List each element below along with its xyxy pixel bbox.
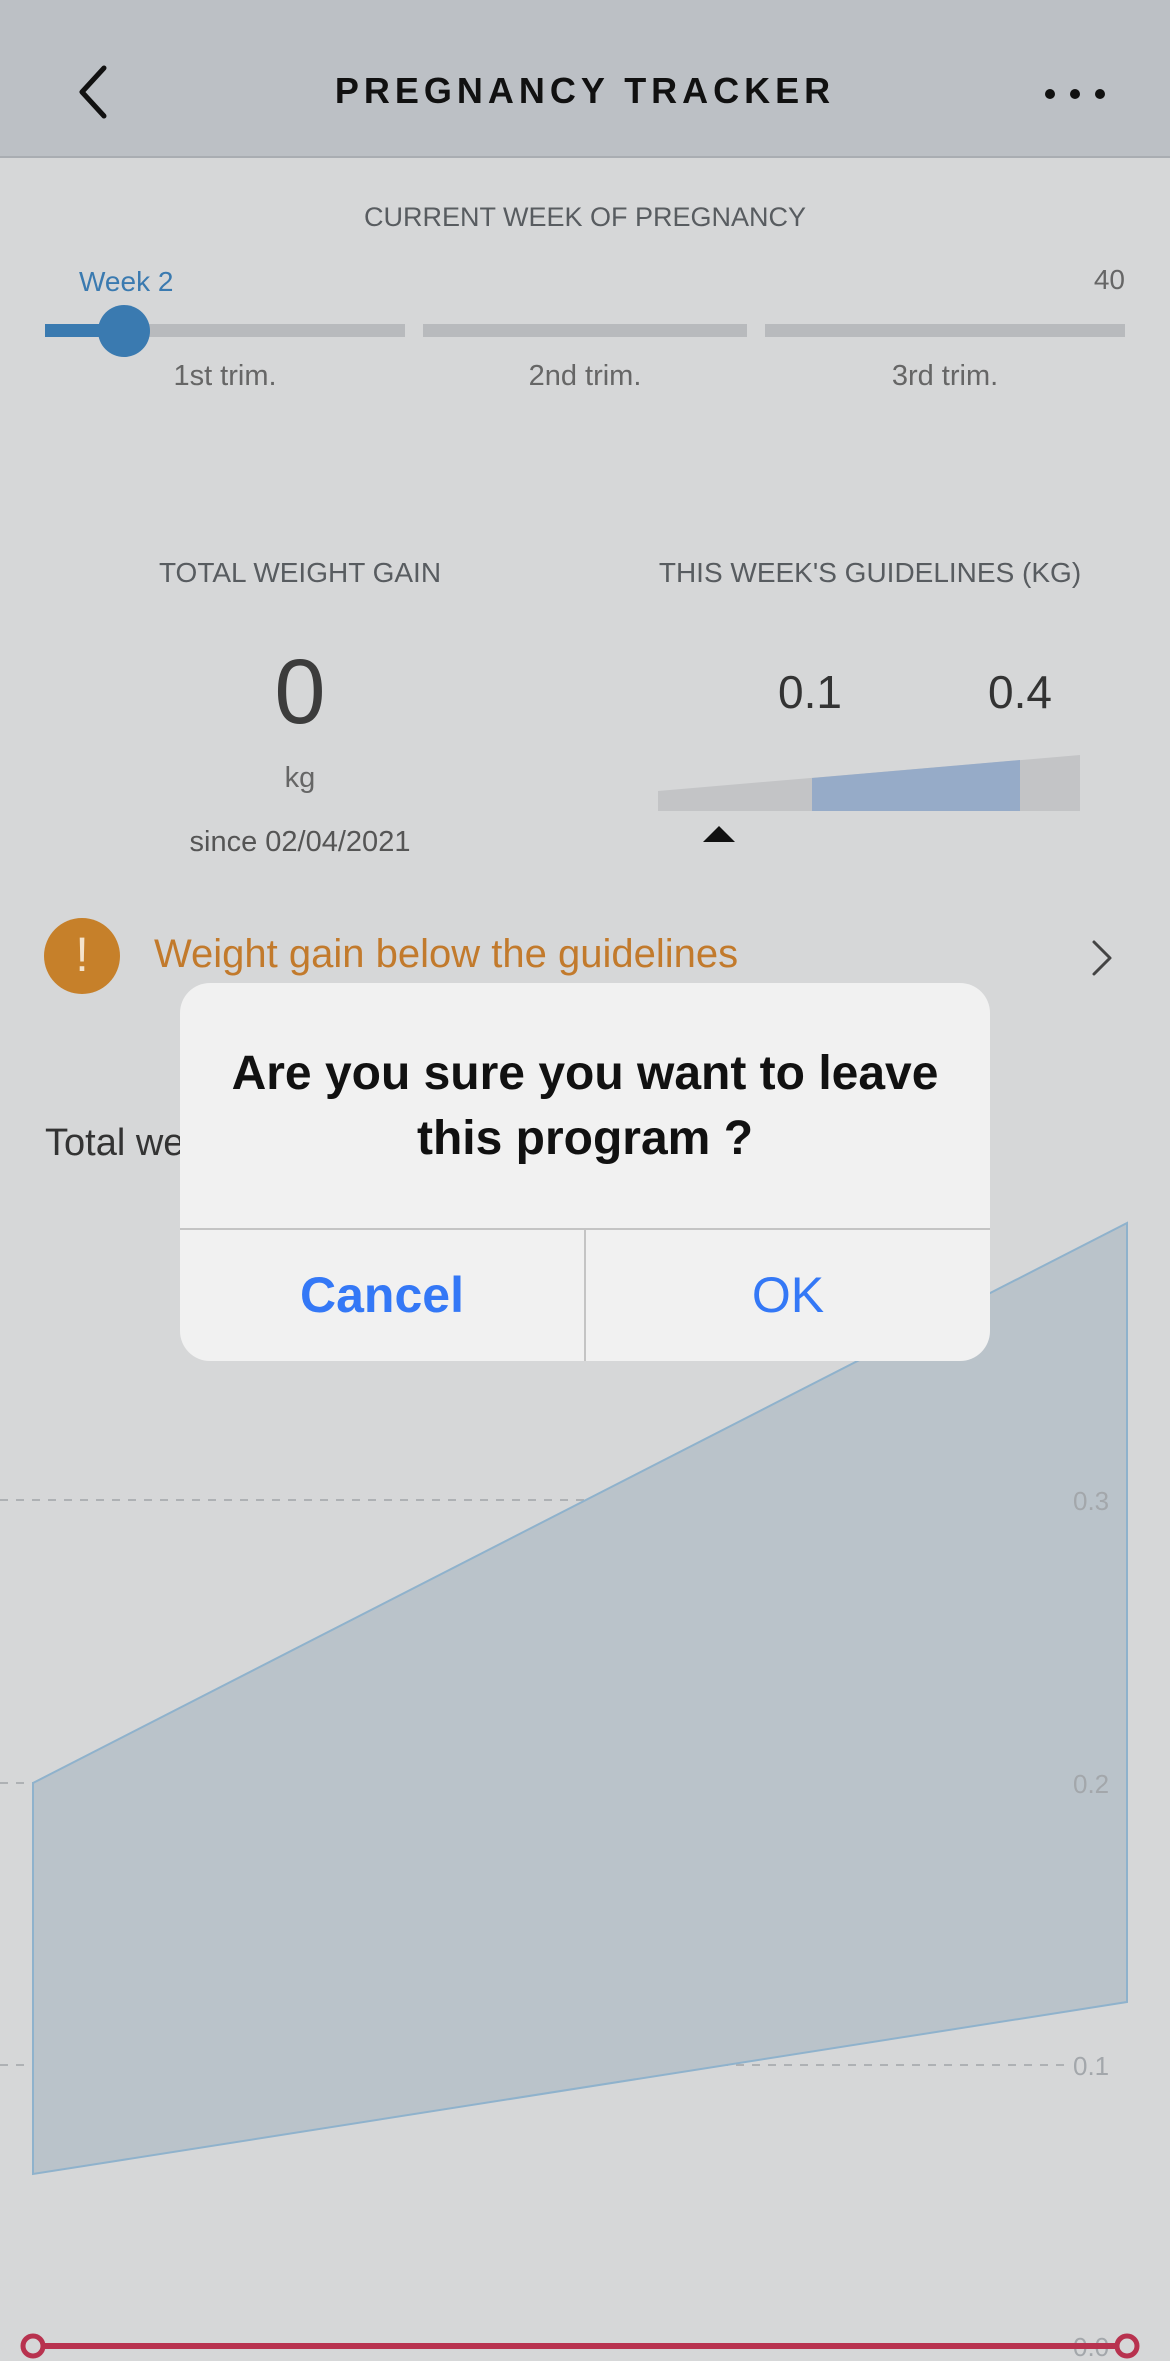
dialog-message: Are you sure you want to leave this prog…: [231, 1047, 939, 1165]
top-bar: PREGNANCY TRACKER: [0, 0, 1170, 158]
exclamation-icon: !: [44, 918, 120, 994]
guidelines-heading: THIS WEEK'S GUIDELINES (KG): [658, 557, 1082, 588]
chevron-right-icon: [1092, 940, 1112, 976]
more-options-icon[interactable]: [1040, 76, 1110, 112]
cancel-button[interactable]: Cancel: [180, 1230, 584, 1361]
guideline-max-value: 0.4: [988, 666, 1052, 718]
guideline-area: [32, 1221, 1128, 2176]
since-date: since 02/04/2021: [189, 826, 411, 858]
ok-button[interactable]: OK: [586, 1230, 990, 1361]
y-tick-0.1: 0.1: [1073, 2051, 1109, 2081]
y-tick-0.3: 0.3: [1073, 1486, 1109, 1516]
alert-text: Weight gain below the guidelines: [154, 932, 739, 976]
trimester-2-track: [423, 324, 747, 337]
weight-point-start: [20, 2333, 46, 2359]
trimester-label-2: 2nd trim.: [528, 360, 642, 392]
guideline-range-bar: [658, 755, 1080, 811]
trimester-3-track: [765, 324, 1125, 337]
weight-point-end: [1114, 2333, 1140, 2359]
leave-program-dialog: Are you sure you want to leave this prog…: [180, 983, 990, 1361]
current-week-heading: CURRENT WEEK OF PREGNANCY: [363, 202, 807, 232]
total-weight-gain-heading: TOTAL WEIGHT GAIN: [158, 557, 442, 588]
chart-title: Total we: [45, 1122, 185, 1164]
page-title: PREGNANCY TRACKER: [334, 70, 836, 111]
weight-unit: kg: [284, 762, 316, 794]
week-slider-thumb[interactable]: [98, 305, 150, 357]
trimester-label-3: 3rd trim.: [891, 360, 999, 392]
current-week-label: Week 2: [79, 266, 174, 297]
total-weight-gain-value: 0: [274, 641, 326, 743]
max-week-label: 40: [1093, 264, 1125, 295]
current-gain-pointer-icon: [703, 826, 735, 842]
trimester-label-1: 1st trim.: [173, 360, 277, 392]
guideline-min-value: 0.1: [778, 666, 842, 718]
y-tick-0.2: 0.2: [1073, 1769, 1109, 1799]
